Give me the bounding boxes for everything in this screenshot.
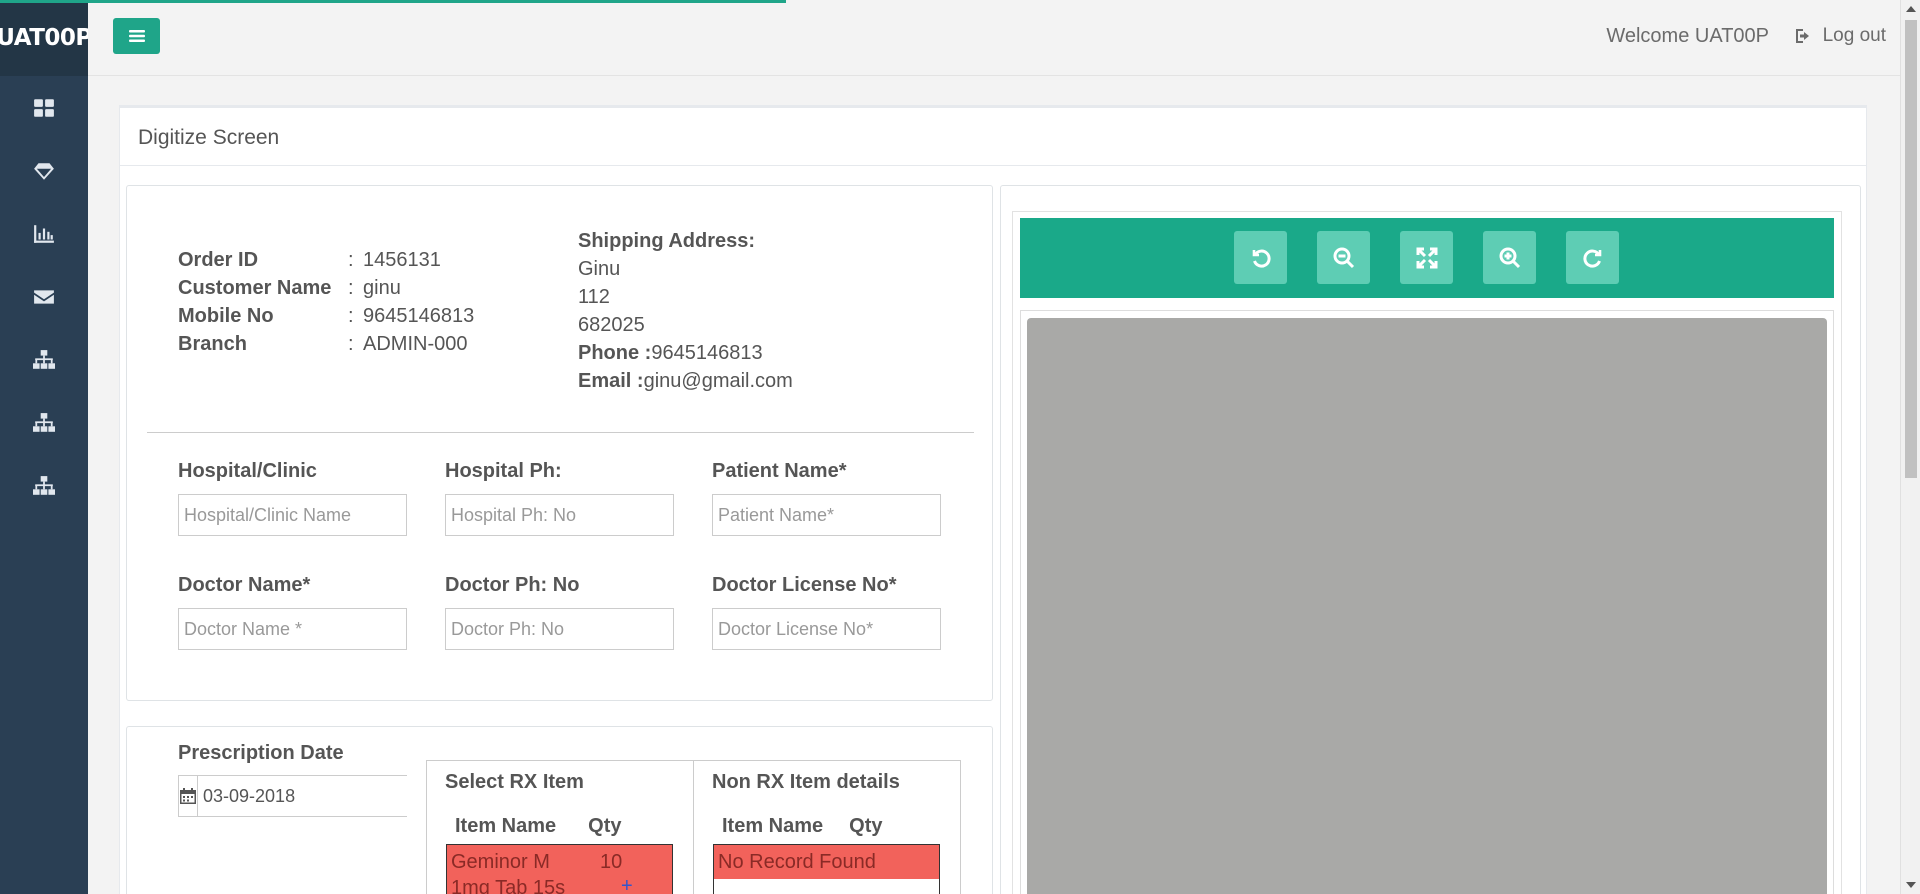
rx-col-qty: Qty <box>588 815 622 837</box>
rx-item-box: Select RX Item Item Name Qty Geminor M 1m… <box>426 760 694 894</box>
shipping-address: Shipping Address: Ginu 112 682025 Phone … <box>578 227 793 395</box>
mobile-label: Mobile No <box>178 305 274 327</box>
shipping-line-1: Ginu <box>578 258 621 280</box>
sidebar: UAT00P <box>0 0 92 894</box>
calendar-icon <box>180 788 196 804</box>
branch-label: Branch <box>178 333 247 355</box>
no-record-message: No Record Found <box>714 845 939 879</box>
non-rx-item-list: No Record Found <box>713 844 940 894</box>
rotate-right-icon <box>1582 249 1601 268</box>
calendar-addon[interactable] <box>179 776 198 816</box>
branch-value: ADMIN-000 <box>363 333 468 355</box>
colon: : <box>348 333 354 355</box>
brand-logo[interactable]: UAT00P <box>0 0 92 76</box>
page-scrollbar[interactable] <box>1900 0 1920 894</box>
fit-screen-button[interactable] <box>1400 231 1453 284</box>
sidebar-item-structure-2[interactable] <box>0 391 88 454</box>
prescription-date-input[interactable] <box>198 776 440 816</box>
patient-name-label: Patient Name* <box>712 460 847 482</box>
logout-label: Log out <box>1822 25 1886 46</box>
fit-screen-icon <box>1416 247 1437 268</box>
doctor-phone-label: Doctor Ph: No <box>445 574 580 596</box>
hospital-label: Hospital/Clinic <box>178 460 317 482</box>
doctor-name-input[interactable] <box>178 608 407 650</box>
email-label: Email : <box>578 370 644 392</box>
prescription-date-label: Prescription Date <box>178 742 344 764</box>
non-rx-title: Non RX Item details <box>712 771 900 793</box>
phone-value: 9645146813 <box>651 342 763 364</box>
hospital-phone-input[interactable] <box>445 494 674 536</box>
sidebar-item-structure-3[interactable] <box>0 454 88 517</box>
rx-col-item-name: Item Name <box>455 815 557 837</box>
doctor-license-input[interactable] <box>712 608 941 650</box>
scroll-down-arrow[interactable] <box>1906 882 1916 888</box>
order-id-label: Order ID <box>178 249 259 271</box>
brand-name: UAT00P <box>0 25 92 51</box>
zoom-out-button[interactable] <box>1317 231 1370 284</box>
customer-name-value: ginu <box>363 277 401 299</box>
mobile-value: 9645146813 <box>363 305 475 327</box>
shipping-line-2: 112 <box>578 286 610 308</box>
sidebar-item-reports[interactable] <box>0 202 88 265</box>
patient-name-input[interactable] <box>712 494 941 536</box>
menu-toggle-button[interactable] <box>113 18 160 54</box>
shipping-line-3: 682025 <box>578 314 645 336</box>
shipping-title: Shipping Address: <box>578 230 756 252</box>
non-rx-columns: Item Name Qty <box>722 815 883 838</box>
scroll-up-arrow[interactable] <box>1906 6 1916 12</box>
hospital-input[interactable] <box>178 494 407 536</box>
image-toolbar <box>1020 218 1834 298</box>
order-info: Order ID:1456131 Customer Name: ginu Mobi… <box>178 246 474 358</box>
dashboard-icon <box>34 98 54 117</box>
zoom-out-icon <box>1333 247 1354 268</box>
rotate-right-button[interactable] <box>1566 231 1619 284</box>
section-divider <box>147 432 974 433</box>
sidebar-item-structure-1[interactable] <box>0 328 88 391</box>
page-title: Digitize Screen <box>120 108 1866 166</box>
sidebar-item-diamond[interactable] <box>0 139 88 202</box>
rx-item-title: Select RX Item <box>445 771 584 793</box>
bar-chart-icon <box>34 224 54 243</box>
email-value: ginu@gmail.com <box>643 370 793 392</box>
loading-progress-bar <box>0 0 786 3</box>
sitemap-icon <box>33 412 55 432</box>
doctor-license-label: Doctor License No* <box>712 574 897 596</box>
phone-label: Phone : <box>578 342 652 364</box>
rx-add-item-button[interactable]: + <box>621 875 633 894</box>
zoom-in-icon <box>1499 247 1520 268</box>
sidebar-item-messages[interactable] <box>0 265 88 328</box>
rx-item-name-line1: Geminor M <box>451 851 550 873</box>
non-rx-item-box: Non RX Item details Item Name Qty No Reco… <box>693 760 961 894</box>
envelope-icon <box>34 289 54 304</box>
diamond-icon <box>34 162 54 180</box>
colon: : <box>348 305 354 327</box>
doctor-name-label: Doctor Name* <box>178 574 311 596</box>
order-id-value: 1456131 <box>363 249 441 271</box>
top-navbar: Welcome UAT00P Log out <box>88 0 1900 76</box>
customer-name-label: Customer Name <box>178 277 332 299</box>
doctor-phone-input[interactable] <box>445 608 674 650</box>
sitemap-icon <box>33 349 55 369</box>
non-rx-col-item-name: Item Name <box>722 815 824 837</box>
logout-link[interactable]: Log out <box>1795 25 1886 47</box>
rx-item-columns: Item Name Qty <box>455 815 622 838</box>
rx-item-list[interactable]: Geminor M 1mg Tab 15s 10 + <box>446 844 673 894</box>
non-rx-col-qty: Qty <box>849 815 883 837</box>
hamburger-icon <box>128 30 145 42</box>
prescription-date-field[interactable] <box>178 775 440 817</box>
rx-item-qty: 10 <box>600 851 623 873</box>
sitemap-icon <box>33 475 55 495</box>
welcome-text: Welcome UAT00P <box>1606 25 1769 47</box>
sidebar-item-dashboard[interactable] <box>0 76 88 139</box>
sign-out-icon <box>1795 29 1809 43</box>
prescription-image[interactable] <box>1027 318 1827 894</box>
scroll-thumb[interactable] <box>1905 20 1917 478</box>
colon: : <box>348 249 354 271</box>
colon: : <box>348 277 354 299</box>
rx-item-name-line2: 1mg Tab 15s <box>451 877 566 894</box>
hospital-phone-label: Hospital Ph: <box>445 460 562 482</box>
rotate-left-icon <box>1252 249 1271 268</box>
rotate-left-button[interactable] <box>1234 231 1287 284</box>
zoom-in-button[interactable] <box>1483 231 1536 284</box>
